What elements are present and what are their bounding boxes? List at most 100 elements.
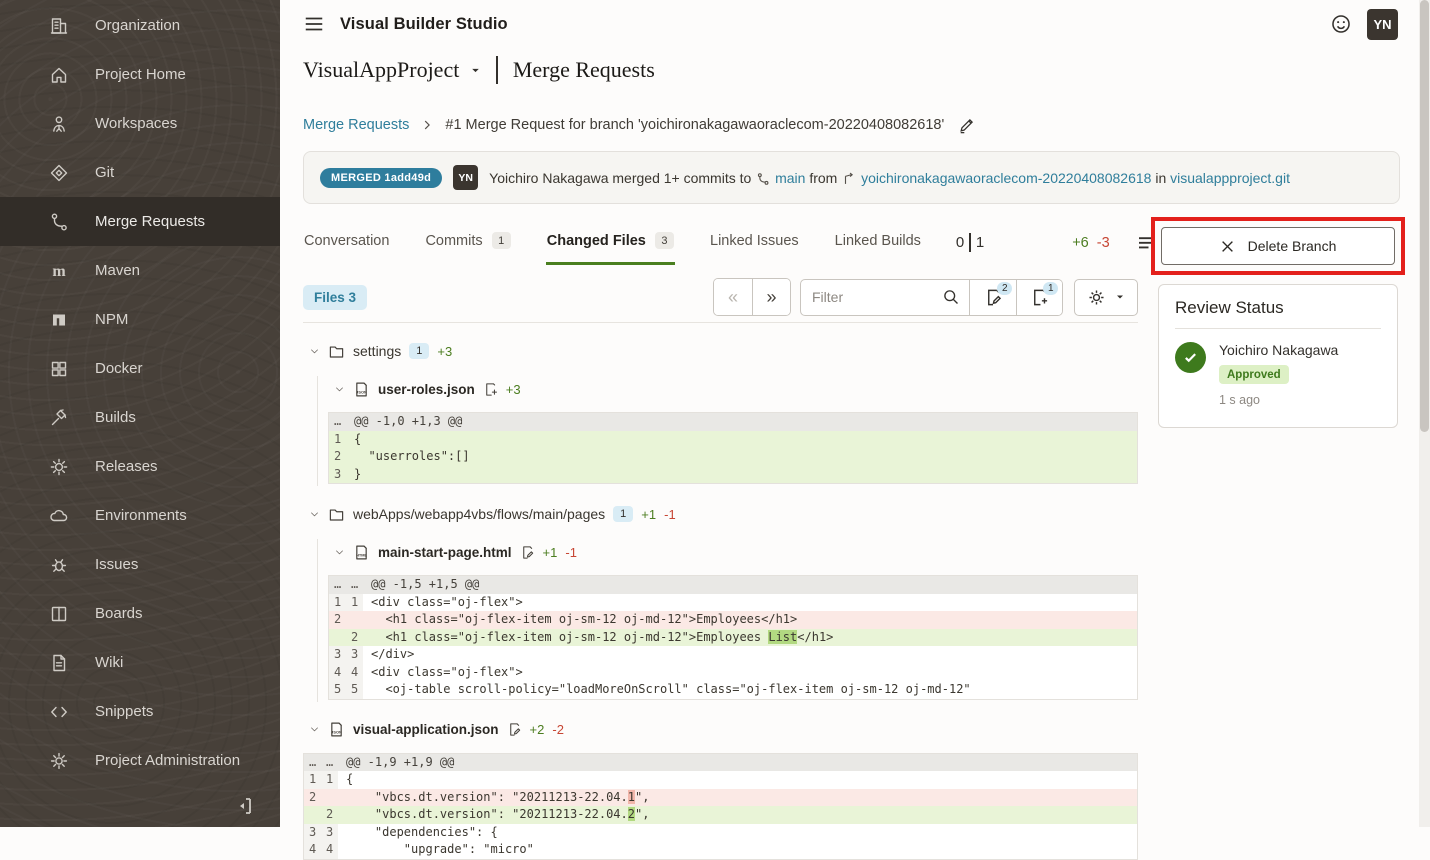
sidebar-item-issues[interactable]: Issues	[0, 540, 280, 589]
sidebar-item-wiki[interactable]: Wiki	[0, 638, 280, 687]
merged-commit-badge[interactable]: MERGED 1add49d	[320, 168, 442, 188]
diff-hunk-header: …@@ -1,0 +1,3 @@	[329, 413, 1137, 431]
file-additions: +3	[506, 382, 521, 397]
main-column: Conversation Commits1 Changed Files 3 Linked…	[303, 220, 1138, 860]
sidebar-item-organization[interactable]: Organization	[0, 1, 280, 50]
repo-link[interactable]: visualappproject.git	[1170, 170, 1290, 186]
comment-counter-left: 0	[956, 234, 964, 251]
file-row-user-roles.json[interactable]: JSONuser-roles.json+3	[328, 376, 1138, 402]
diff-line-code: "vbcs.dt.version": "20211213-22.04.2",	[338, 806, 1137, 824]
sidebar-item-workspaces[interactable]: Workspaces	[0, 99, 280, 148]
diffstat: +6 -3	[1072, 235, 1109, 251]
diff-line-code: <h1 class="oj-flex-item oj-sm-12 oj-md-1…	[363, 629, 1137, 647]
diff-line-code: <h1 class="oj-flex-item oj-sm-12 oj-md-1…	[363, 611, 1137, 629]
delete-branch-button[interactable]: Delete Branch	[1161, 227, 1395, 265]
diff-line-code: "upgrade": "micro"	[338, 841, 1137, 859]
diff-line-context: 44 "upgrade": "micro"	[304, 841, 1137, 859]
tab-commits[interactable]: Commits1	[424, 220, 511, 265]
diff-wrap: ……@@ -1,5 +1,5 @@11<div class="oj-flex">…	[328, 575, 1138, 700]
page-scrollbar-track[interactable]	[1419, 0, 1430, 827]
tab-linked-issues[interactable]: Linked Issues	[709, 221, 800, 265]
diff-old-line-number: 1	[304, 771, 321, 789]
feedback-smiley-icon[interactable]	[1330, 13, 1352, 35]
file-modified-icon	[520, 545, 535, 560]
merge-status-banner: MERGED 1add49d YN Yoichiro Nakagawa merg…	[303, 151, 1400, 204]
git-icon	[48, 162, 70, 184]
sidebar-item-environments[interactable]: Environments	[0, 491, 280, 540]
diff-hunk-header: ……@@ -1,9 +1,9 @@	[304, 754, 1137, 772]
diff-new-line-number: 4	[346, 664, 363, 682]
sidebar-item-git[interactable]: Git	[0, 148, 280, 197]
diff-old-line-number: 3	[304, 824, 321, 842]
comment-counter: 0 1	[956, 233, 984, 252]
sidebar-collapse-button[interactable]	[232, 793, 262, 819]
sidebar-item-boards[interactable]: Boards	[0, 589, 280, 638]
sidebar-item-project-home[interactable]: Project Home	[0, 50, 280, 99]
diff-new-line-number: 1	[321, 771, 338, 789]
sidebar-item-npm[interactable]: NPM	[0, 295, 280, 344]
diff-gutter-ellipsis: …	[329, 413, 346, 431]
sidebar-item-label: Snippets	[95, 703, 153, 720]
next-file-button[interactable]: »	[752, 279, 790, 315]
file-row-visual-application.json[interactable]: JSONvisual-application.json+2-2	[303, 717, 1138, 743]
topbar: Visual Builder Studio YN	[303, 0, 1430, 48]
tab-count-badge: 3	[655, 232, 674, 249]
menu-icon[interactable]	[303, 13, 325, 35]
file-row-main-start-page.html[interactable]: HTMLmain-start-page.html+1-1	[328, 539, 1138, 565]
folder-count-badge: 1	[409, 343, 429, 359]
project-switcher[interactable]: VisualAppProject	[303, 57, 459, 83]
sidebar-item-snippets[interactable]: Snippets	[0, 687, 280, 736]
diff-settings-button[interactable]	[1074, 279, 1138, 316]
sidebar-item-releases[interactable]: Releases	[0, 442, 280, 491]
diff-new-line-number: 1	[346, 594, 363, 612]
added-files-filter-button[interactable]: 1	[1016, 280, 1062, 315]
sidebar-item-builds[interactable]: Builds	[0, 393, 280, 442]
diff-line-added: 2 "vbcs.dt.version": "20211213-22.04.2",	[304, 806, 1137, 824]
file-block: JSONuser-roles.json+3…@@ -1,0 +1,3 @@1{2…	[328, 376, 1138, 484]
diff-new-line-number: 4	[321, 841, 338, 859]
tab-conversation[interactable]: Conversation	[303, 221, 390, 265]
sidebar-item-label: Project Administration	[95, 752, 240, 769]
folder-row-webApps-webapp4vbs-flows-main-pages[interactable]: webApps/webapp4vbs/flows/main/pages1+1-1	[303, 501, 1138, 527]
file-block: HTMLmain-start-page.html+1-1 ……@@ -1,5 +1…	[328, 539, 1138, 700]
sidebar-item-label: Organization	[95, 17, 180, 34]
diff-line-added: 3}	[329, 466, 1137, 484]
review-status-title: Review Status	[1175, 298, 1381, 318]
sidebar-item-project-administration[interactable]: Project Administration	[0, 736, 280, 785]
file-additions: +1	[543, 545, 558, 560]
diff-line-context: 11{	[304, 771, 1137, 789]
chevron-down-icon	[309, 509, 320, 520]
tab-changed-files[interactable]: Changed Files 3	[546, 220, 675, 265]
user-avatar[interactable]: YN	[1367, 9, 1398, 40]
project-caret-icon[interactable]	[470, 65, 481, 76]
target-branch-link[interactable]: main	[775, 170, 805, 186]
app-title: Visual Builder Studio	[340, 15, 508, 34]
folder-row-settings[interactable]: settings1+3	[303, 338, 1138, 364]
hammer-icon	[48, 407, 70, 429]
sidebar-item-merge-requests[interactable]: Merge Requests	[0, 197, 280, 246]
sidebar-item-label: Docker	[95, 360, 143, 377]
breadcrumb-link-merge-requests[interactable]: Merge Requests	[303, 117, 409, 133]
previous-file-button[interactable]: «	[714, 279, 752, 315]
source-branch-link[interactable]: yoichironakagawaoraclecom-20220408082618	[861, 170, 1151, 186]
sidebar-item-docker[interactable]: Docker	[0, 344, 280, 393]
boards-icon	[48, 603, 70, 625]
diff-line-code: }	[346, 466, 1137, 484]
banner-text-2: from	[809, 170, 837, 186]
tab-linked-builds[interactable]: Linked Builds	[834, 221, 922, 265]
sidebar-item-maven[interactable]: mMaven	[0, 246, 280, 295]
diff-line-code: <div class="oj-flex">	[363, 594, 1137, 612]
folder-additions: +3	[437, 344, 452, 359]
edit-title-pencil-icon[interactable]	[958, 116, 976, 134]
banner-avatar[interactable]: YN	[453, 165, 478, 190]
file-block: JSONvisual-application.json+2-2 ……@@ -1,9…	[303, 717, 1138, 860]
tab-label: Changed Files	[547, 233, 646, 249]
chevron-down-icon	[1115, 292, 1125, 302]
filter-input[interactable]	[810, 288, 942, 306]
approved-check-icon	[1175, 342, 1206, 373]
page-scrollbar-thumb[interactable]	[1420, 0, 1429, 432]
close-x-icon	[1220, 239, 1235, 254]
modified-files-filter-button[interactable]: 2	[970, 280, 1016, 315]
tab-label: Linked Issues	[710, 233, 799, 249]
json-file-icon: JSON	[328, 721, 345, 738]
